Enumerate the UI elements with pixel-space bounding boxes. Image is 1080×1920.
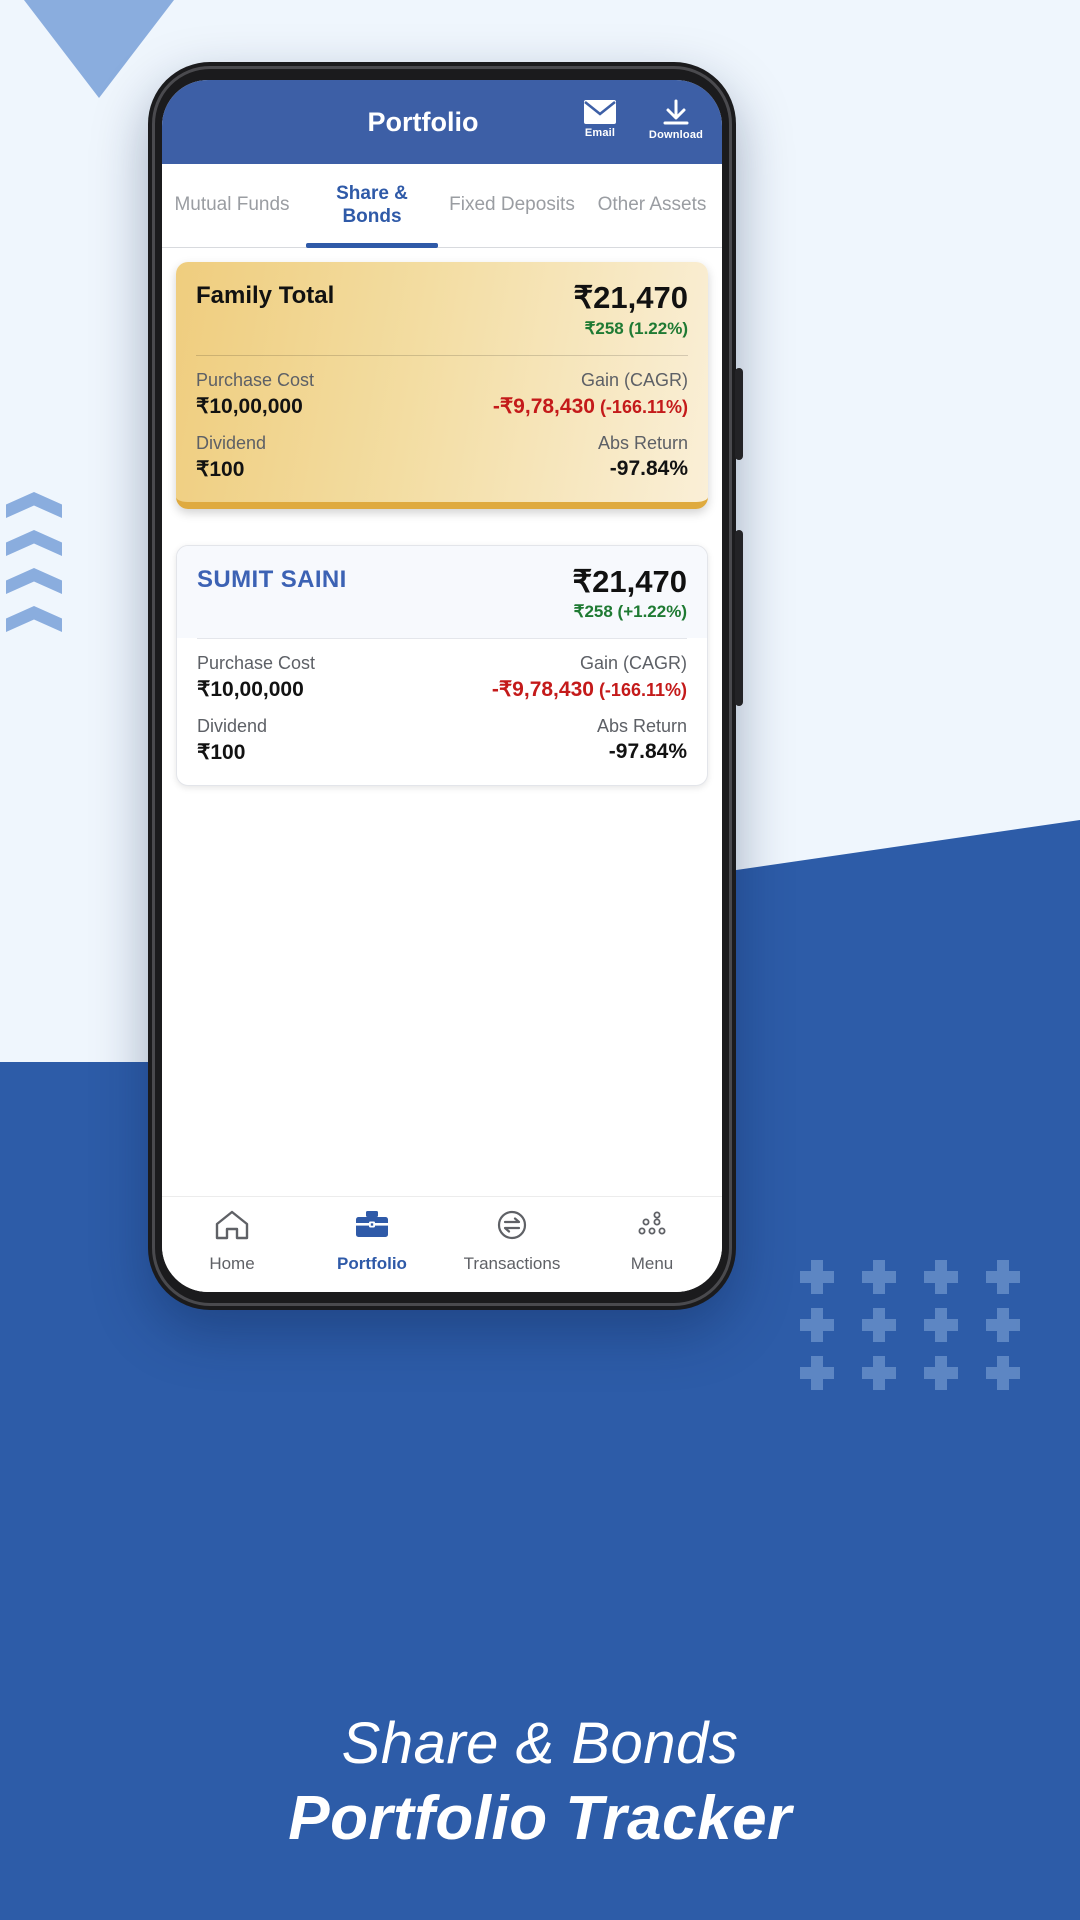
email-button[interactable]: Email	[572, 99, 628, 139]
stat-value: -97.84%	[608, 740, 687, 764]
nav-item-portfolio[interactable]: Portfolio	[302, 1208, 442, 1274]
stat-value: ₹10,00,000	[197, 678, 304, 702]
tab-fixed-deposits[interactable]: Fixed Deposits	[442, 164, 582, 247]
stat-row: Dividend ₹100 Abs Return -97.84%	[197, 716, 687, 765]
promo-banner: Share & Bonds Portfolio Tracker	[0, 1710, 1080, 1854]
chevron-icon	[6, 606, 62, 632]
promo-line-2: Portfolio Tracker	[288, 1784, 792, 1853]
stat-label: Purchase Cost	[197, 653, 316, 674]
stat-gain-cagr: Gain (CAGR) -₹9,78,430 (-166.11%)	[493, 370, 688, 419]
tab-other-assets[interactable]: Other Assets	[582, 164, 722, 247]
plus-icon	[924, 1356, 958, 1390]
stat-purchase-cost: Purchase Cost ₹10,00,000	[197, 653, 315, 702]
stat-label: Gain (CAGR)	[580, 369, 688, 390]
stat-label: Abs Return	[596, 716, 687, 737]
stat-label: Dividend	[197, 716, 268, 737]
card-delta-value: ₹258 (1.22%)	[584, 318, 688, 338]
chevron-icon	[6, 568, 62, 594]
tab-mutual-funds[interactable]: Mutual Funds	[162, 164, 302, 247]
tab-share-bonds[interactable]: Share & Bonds	[302, 164, 442, 248]
plus-icon	[924, 1308, 958, 1342]
nav-label: Portfolio	[337, 1253, 407, 1273]
exchange-icon	[493, 1208, 531, 1247]
app-header: Portfolio Email Download	[162, 80, 722, 164]
tab-bar: Mutual Funds Share & Bonds Fixed Deposit…	[162, 164, 722, 248]
stat-amount: -₹9,78,430	[492, 394, 595, 418]
plus-icon	[986, 1356, 1020, 1390]
stat-row: Purchase Cost ₹10,00,000 Gain (CAGR) -₹9…	[197, 653, 687, 702]
plus-pattern-decoration	[800, 1260, 1034, 1390]
card-title: Family Total	[196, 282, 335, 309]
download-label: Download	[648, 129, 704, 141]
stat-dividend: Dividend ₹100	[197, 716, 267, 765]
card-summary: ₹21,470 ₹258 (1.22%)	[573, 280, 688, 339]
stat-percent: (-166.11%)	[593, 680, 687, 701]
stat-value: -₹9,78,430 (-166.11%)	[493, 394, 688, 419]
stat-value: ₹10,00,000	[196, 394, 303, 418]
nav-item-menu[interactable]: Menu	[582, 1208, 722, 1274]
card-total-value: ₹21,470	[573, 280, 688, 315]
stat-label: Gain (CAGR)	[579, 653, 687, 674]
stat-dividend: Dividend ₹100	[196, 433, 266, 482]
dots-menu-icon	[633, 1208, 671, 1247]
chevron-icon	[6, 530, 62, 556]
card-stats: Purchase Cost ₹10,00,000 Gain (CAGR) -₹9…	[177, 639, 707, 785]
nav-item-transactions[interactable]: Transactions	[442, 1208, 582, 1274]
plus-icon	[800, 1308, 834, 1342]
plus-icon	[862, 1260, 896, 1294]
plus-icon	[800, 1356, 834, 1390]
phone-mockup: Portfolio Email Download Mutual Funds Sh…	[148, 62, 743, 1310]
briefcase-icon	[353, 1208, 391, 1247]
stat-percent: (-166.11%)	[594, 396, 688, 417]
nav-label: Transactions	[463, 1253, 561, 1273]
card-delta-value: ₹258 (+1.22%)	[573, 602, 687, 622]
stat-abs-return: Abs Return -97.84%	[598, 433, 688, 482]
stat-value: -97.84%	[609, 456, 688, 480]
stat-label: Abs Return	[597, 432, 688, 453]
stat-row: Purchase Cost ₹10,00,000 Gain (CAGR) -₹9…	[196, 370, 688, 419]
header-actions: Email Download	[572, 99, 704, 145]
email-icon	[583, 99, 617, 125]
chevron-icon	[6, 492, 62, 518]
plus-icon	[986, 1260, 1020, 1294]
phone-button-power	[735, 530, 743, 706]
promo-line-1: Share & Bonds	[341, 1711, 739, 1776]
stat-abs-return: Abs Return -97.84%	[597, 716, 687, 765]
email-label: Email	[584, 127, 616, 139]
stat-label: Dividend	[196, 432, 267, 453]
nav-item-home[interactable]: Home	[162, 1208, 302, 1274]
stat-purchase-cost: Purchase Cost ₹10,00,000	[196, 370, 314, 419]
plus-icon	[862, 1356, 896, 1390]
stat-value: ₹100	[197, 741, 246, 765]
bottom-navigation: Home Portfolio Transactions Menu	[162, 1196, 722, 1292]
nav-label: Home	[209, 1253, 255, 1273]
phone-screen: Portfolio Email Download Mutual Funds Sh…	[162, 80, 722, 1292]
plus-icon	[924, 1260, 958, 1294]
member-card-sumit-saini[interactable]: SUMIT SAINI ₹21,470 ₹258 (+1.22%) Purcha…	[176, 544, 708, 787]
plus-icon	[986, 1308, 1020, 1342]
portfolio-content: Family Total ₹21,470 ₹258 (1.22%) Purcha…	[162, 248, 722, 1196]
card-header: SUMIT SAINI ₹21,470 ₹258 (+1.22%)	[177, 545, 707, 639]
stat-label: Purchase Cost	[196, 369, 315, 390]
stat-gain-cagr: Gain (CAGR) -₹9,78,430 (-166.11%)	[492, 653, 687, 702]
plus-icon	[800, 1260, 834, 1294]
plus-icon	[862, 1308, 896, 1342]
chevron-decoration-group	[6, 492, 76, 644]
phone-button-volume	[735, 368, 743, 460]
card-summary: ₹21,470 ₹258 (+1.22%)	[572, 563, 687, 623]
nav-label: Menu	[630, 1253, 674, 1273]
download-button[interactable]: Download	[648, 99, 704, 141]
card-header: Family Total ₹21,470 ₹258 (1.22%)	[176, 262, 708, 355]
stat-value: ₹100	[196, 457, 245, 481]
stat-amount: -₹9,78,430	[491, 678, 594, 702]
card-stats: Purchase Cost ₹10,00,000 Gain (CAGR) -₹9…	[176, 356, 708, 502]
download-icon	[661, 99, 691, 127]
family-total-card[interactable]: Family Total ₹21,470 ₹258 (1.22%) Purcha…	[176, 262, 708, 509]
page-title: Portfolio	[367, 106, 479, 137]
home-icon	[213, 1208, 251, 1247]
stat-value: -₹9,78,430 (-166.11%)	[492, 677, 687, 702]
stat-row: Dividend ₹100 Abs Return -97.84%	[196, 433, 688, 482]
card-title: SUMIT SAINI	[197, 565, 347, 593]
card-total-value: ₹21,470	[572, 563, 687, 599]
